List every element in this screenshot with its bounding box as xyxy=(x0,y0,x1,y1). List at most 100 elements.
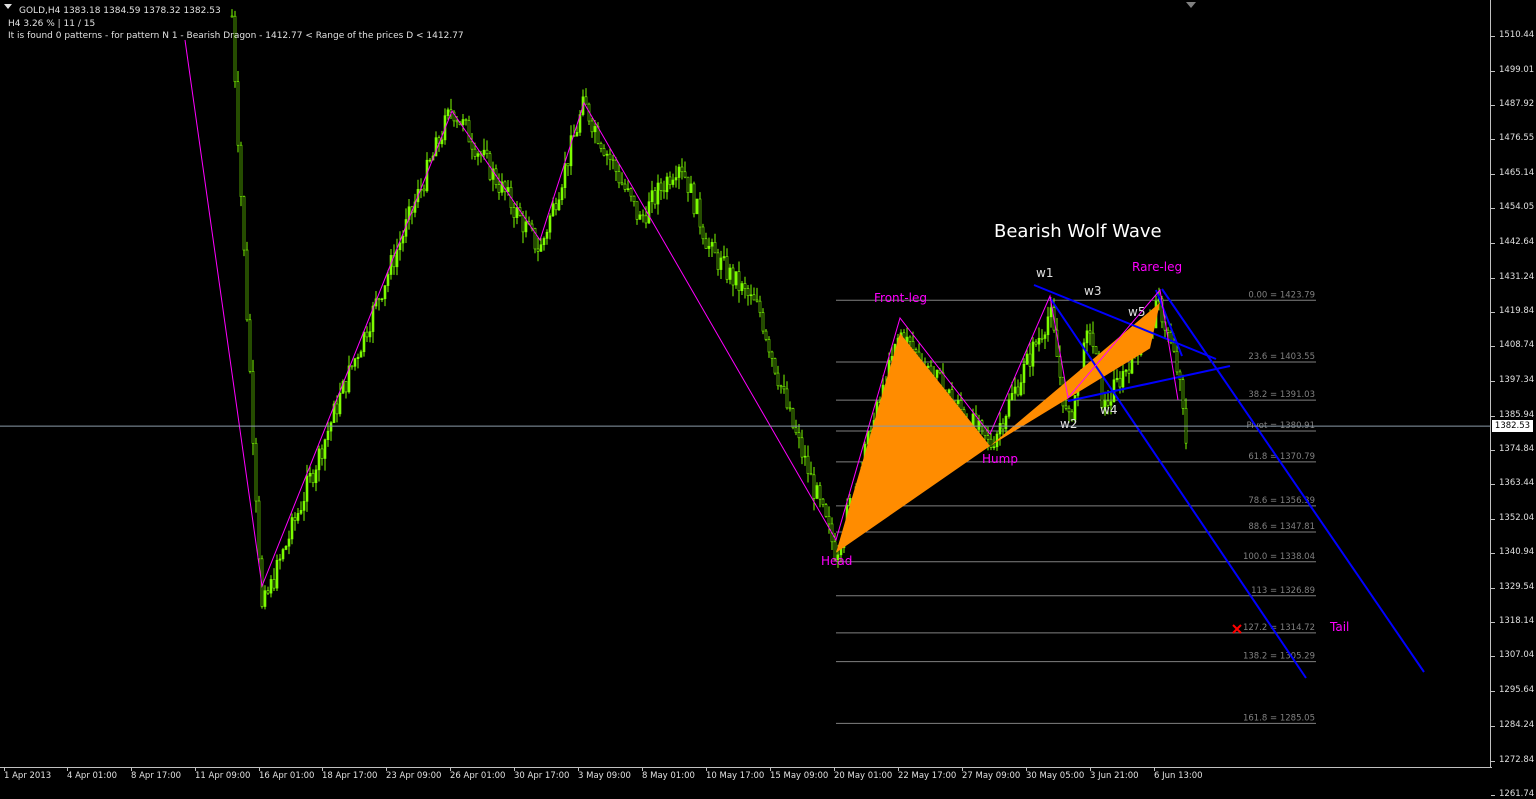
price-tick-label: 1431.24 xyxy=(1499,271,1535,282)
price-tick-label: 1295.64 xyxy=(1499,685,1535,696)
candle-body xyxy=(275,559,279,589)
fib-level-label: 61.8 = 1370.79 xyxy=(1248,452,1315,462)
price-tick-label: 1318.14 xyxy=(1499,616,1535,627)
candle-body xyxy=(698,198,702,228)
price-tick-label: 1442.64 xyxy=(1499,236,1535,247)
candle-body xyxy=(311,473,315,484)
candle-body xyxy=(959,400,963,410)
candle-body xyxy=(776,372,780,387)
candle-body xyxy=(242,196,246,251)
fib-level-label: 127.2 = 1314.72 xyxy=(1243,623,1315,633)
candle-body xyxy=(794,427,798,434)
candle-body xyxy=(272,579,276,589)
price-tick xyxy=(1491,587,1495,589)
candle-body xyxy=(770,351,774,359)
candle-body xyxy=(266,590,270,594)
fib-level-label: 138.2 = 1305.29 xyxy=(1243,652,1315,662)
price-tick-label: 1261.74 xyxy=(1499,788,1535,799)
candle-body xyxy=(1031,341,1035,367)
candle-body xyxy=(632,195,636,202)
price-scale[interactable]: 1382.53 1510.44 1499.01 1487.92 1476.55 1465… xyxy=(1490,0,1536,799)
candle-body xyxy=(692,183,696,215)
price-tick-label: 1272.84 xyxy=(1499,754,1535,765)
price-tick-label: 1307.04 xyxy=(1499,650,1535,661)
price-tick xyxy=(1491,312,1495,314)
candle-body xyxy=(779,385,783,388)
target-marker-icon xyxy=(1232,624,1242,634)
chart-window[interactable]: 0.00 = 1423.79 23.6 = 1403.55 38.2 = 1391.… xyxy=(0,0,1536,799)
candle-body xyxy=(707,245,711,249)
candle-body xyxy=(284,545,288,550)
fib-level-label: 38.2 = 1391.03 xyxy=(1248,390,1315,400)
candle-body xyxy=(326,430,330,441)
price-tick xyxy=(1491,70,1495,72)
candle-body xyxy=(1007,399,1011,417)
candle-body xyxy=(773,358,777,374)
candle-body xyxy=(614,159,618,172)
price-tick xyxy=(1491,484,1495,486)
candle-body xyxy=(674,177,678,181)
candle-body xyxy=(497,184,501,193)
candle-body xyxy=(728,267,732,280)
time-scale[interactable]: 1 Apr 2013 4 Apr 01:00 8 Apr 17:00 11 Apr 0… xyxy=(0,767,1492,788)
candle-body xyxy=(542,238,546,246)
candle-body xyxy=(293,517,297,521)
candle-body xyxy=(1088,330,1092,334)
chart-shift-marker-icon[interactable] xyxy=(1186,2,1196,8)
candle-body xyxy=(611,158,615,161)
price-tick xyxy=(1491,552,1495,554)
candle-body xyxy=(473,148,477,157)
price-tick-label: 1408.74 xyxy=(1499,340,1535,351)
candle-body xyxy=(734,271,738,286)
candle-body xyxy=(710,242,714,247)
candle-body xyxy=(986,435,990,440)
time-tick-label: 11 Apr 09:00 xyxy=(195,771,251,781)
fib-level-label: 23.6 = 1403.55 xyxy=(1248,352,1315,362)
candlesticks xyxy=(230,9,1188,610)
price-tick-label: 1476.55 xyxy=(1499,133,1535,144)
price-chart[interactable]: 0.00 = 1423.79 23.6 = 1403.55 38.2 = 1391.… xyxy=(0,0,1490,767)
candle-body xyxy=(641,214,645,217)
candle-body xyxy=(233,15,237,83)
price-tick xyxy=(1491,794,1495,796)
candle-body xyxy=(563,163,567,188)
candle-body xyxy=(1046,316,1050,336)
price-tick-label: 1284.24 xyxy=(1499,719,1535,730)
candle-body xyxy=(767,339,771,353)
zigzag-line xyxy=(184,39,1179,588)
candle-body xyxy=(638,214,642,220)
candle-body xyxy=(911,341,915,351)
time-tick-label: 30 Apr 17:00 xyxy=(514,771,570,781)
candle-body xyxy=(1172,342,1176,352)
candle-body xyxy=(548,215,552,233)
candle-body xyxy=(482,149,486,156)
candle-body xyxy=(485,149,489,154)
candle-body xyxy=(464,119,468,121)
candle-body xyxy=(257,500,261,560)
candle-body xyxy=(737,271,741,292)
candle-body xyxy=(314,469,318,484)
candle-body xyxy=(782,385,786,390)
candle-body xyxy=(689,183,693,193)
candle-body xyxy=(335,403,339,415)
candle-body xyxy=(809,473,813,476)
candle-body xyxy=(245,249,249,321)
candle-body xyxy=(695,198,699,215)
chart-menu-arrow-icon[interactable] xyxy=(4,4,12,9)
candle-body xyxy=(908,336,912,342)
candle-body xyxy=(1013,386,1017,394)
price-tick-label: 1385.94 xyxy=(1499,409,1535,420)
candle-body xyxy=(644,215,648,224)
fib-level-label: 100.0 = 1338.04 xyxy=(1243,552,1315,562)
candle-body xyxy=(1121,371,1125,388)
candle-body xyxy=(551,203,555,217)
candle-body xyxy=(308,473,312,477)
time-tick-label: 15 May 09:00 xyxy=(770,771,829,781)
candle-body xyxy=(686,176,690,193)
candle-body xyxy=(338,393,342,415)
candle-body xyxy=(755,299,759,302)
candle-body xyxy=(395,249,399,268)
candle-body xyxy=(554,203,558,211)
candle-body xyxy=(593,126,597,133)
candle-body xyxy=(251,371,255,444)
